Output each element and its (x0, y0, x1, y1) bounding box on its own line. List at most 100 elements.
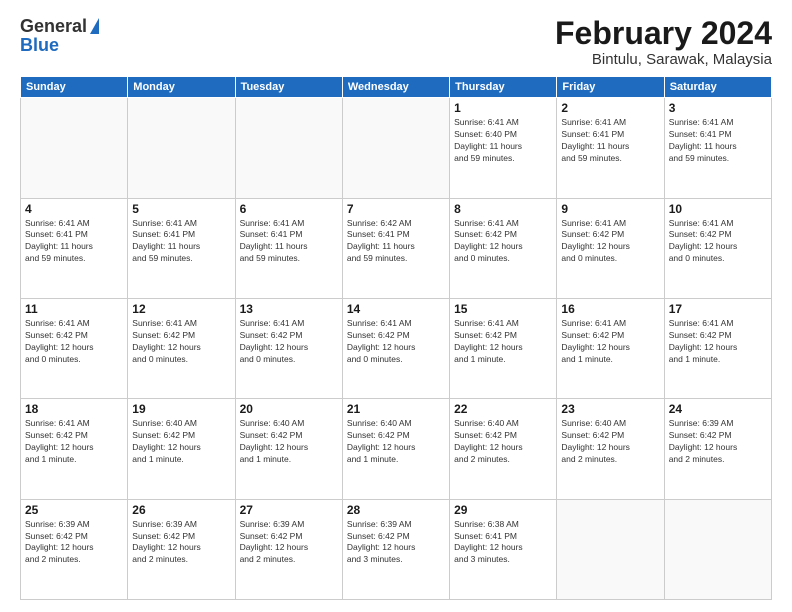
day-number: 5 (132, 202, 230, 216)
day-info: Sunrise: 6:40 AM Sunset: 6:42 PM Dayligh… (240, 418, 338, 466)
day-info: Sunrise: 6:41 AM Sunset: 6:41 PM Dayligh… (25, 218, 123, 266)
header: General Blue February 2024 Bintulu, Sara… (20, 16, 772, 68)
day-info: Sunrise: 6:41 AM Sunset: 6:41 PM Dayligh… (561, 117, 659, 165)
calendar-cell: 16 Sunrise: 6:41 AM Sunset: 6:42 PM Dayli… (557, 298, 664, 398)
calendar: SundayMondayTuesdayWednesdayThursdayFrid… (20, 76, 772, 600)
day-info: Sunrise: 6:41 AM Sunset: 6:42 PM Dayligh… (454, 318, 552, 366)
weekday-header-sunday: Sunday (21, 77, 128, 98)
day-number: 21 (347, 402, 445, 416)
day-number: 19 (132, 402, 230, 416)
day-info: Sunrise: 6:41 AM Sunset: 6:42 PM Dayligh… (561, 318, 659, 366)
day-number: 6 (240, 202, 338, 216)
day-number: 2 (561, 101, 659, 115)
calendar-cell: 10 Sunrise: 6:41 AM Sunset: 6:42 PM Dayli… (664, 198, 771, 298)
calendar-cell (21, 98, 128, 198)
calendar-cell: 2 Sunrise: 6:41 AM Sunset: 6:41 PM Daylig… (557, 98, 664, 198)
day-info: Sunrise: 6:40 AM Sunset: 6:42 PM Dayligh… (454, 418, 552, 466)
day-number: 9 (561, 202, 659, 216)
day-info: Sunrise: 6:41 AM Sunset: 6:42 PM Dayligh… (454, 218, 552, 266)
day-info: Sunrise: 6:39 AM Sunset: 6:42 PM Dayligh… (25, 519, 123, 567)
day-info: Sunrise: 6:40 AM Sunset: 6:42 PM Dayligh… (347, 418, 445, 466)
day-number: 3 (669, 101, 767, 115)
day-info: Sunrise: 6:41 AM Sunset: 6:42 PM Dayligh… (240, 318, 338, 366)
day-info: Sunrise: 6:41 AM Sunset: 6:42 PM Dayligh… (347, 318, 445, 366)
weekday-header-row: SundayMondayTuesdayWednesdayThursdayFrid… (21, 77, 772, 98)
calendar-cell: 8 Sunrise: 6:41 AM Sunset: 6:42 PM Daylig… (450, 198, 557, 298)
day-number: 29 (454, 503, 552, 517)
day-info: Sunrise: 6:41 AM Sunset: 6:42 PM Dayligh… (25, 318, 123, 366)
day-info: Sunrise: 6:39 AM Sunset: 6:42 PM Dayligh… (240, 519, 338, 567)
calendar-cell: 21 Sunrise: 6:40 AM Sunset: 6:42 PM Dayli… (342, 399, 449, 499)
calendar-cell: 6 Sunrise: 6:41 AM Sunset: 6:41 PM Daylig… (235, 198, 342, 298)
day-number: 10 (669, 202, 767, 216)
calendar-cell: 4 Sunrise: 6:41 AM Sunset: 6:41 PM Daylig… (21, 198, 128, 298)
calendar-cell: 28Sunrise: 6:39 AM Sunset: 6:42 PM Dayli… (342, 499, 449, 599)
calendar-cell (128, 98, 235, 198)
calendar-cell: 14 Sunrise: 6:41 AM Sunset: 6:42 PM Dayli… (342, 298, 449, 398)
calendar-cell: 19 Sunrise: 6:40 AM Sunset: 6:42 PM Dayli… (128, 399, 235, 499)
day-number: 24 (669, 402, 767, 416)
calendar-cell: 18 Sunrise: 6:41 AM Sunset: 6:42 PM Dayli… (21, 399, 128, 499)
day-number: 14 (347, 302, 445, 316)
day-info: Sunrise: 6:41 AM Sunset: 6:42 PM Dayligh… (669, 218, 767, 266)
weekday-header-friday: Friday (557, 77, 664, 98)
weekday-header-tuesday: Tuesday (235, 77, 342, 98)
calendar-cell: 1 Sunrise: 6:41 AM Sunset: 6:40 PM Daylig… (450, 98, 557, 198)
day-number: 16 (561, 302, 659, 316)
calendar-cell: 29 Sunrise: 6:38 AM Sunset: 6:41 PM Dayli… (450, 499, 557, 599)
day-info: Sunrise: 6:41 AM Sunset: 6:42 PM Dayligh… (25, 418, 123, 466)
day-number: 11 (25, 302, 123, 316)
calendar-cell: 22 Sunrise: 6:40 AM Sunset: 6:42 PM Dayli… (450, 399, 557, 499)
day-number: 25 (25, 503, 123, 517)
location-title: Bintulu, Sarawak, Malaysia (555, 51, 772, 68)
calendar-cell: 27 Sunrise: 6:39 AM Sunset: 6:42 PM Dayli… (235, 499, 342, 599)
week-row-4: 25 Sunrise: 6:39 AM Sunset: 6:42 PM Dayli… (21, 499, 772, 599)
day-number: 18 (25, 402, 123, 416)
day-info: Sunrise: 6:41 AM Sunset: 6:42 PM Dayligh… (561, 218, 659, 266)
month-title: February 2024 (555, 16, 772, 51)
calendar-cell: 9 Sunrise: 6:41 AM Sunset: 6:42 PM Daylig… (557, 198, 664, 298)
logo: General Blue (20, 16, 99, 56)
calendar-cell: 11 Sunrise: 6:41 AM Sunset: 6:42 PM Dayli… (21, 298, 128, 398)
calendar-cell: 13Sunrise: 6:41 AM Sunset: 6:42 PM Dayli… (235, 298, 342, 398)
calendar-cell (342, 98, 449, 198)
logo-general: General (20, 16, 87, 37)
day-info: Sunrise: 6:41 AM Sunset: 6:41 PM Dayligh… (132, 218, 230, 266)
calendar-cell: 25 Sunrise: 6:39 AM Sunset: 6:42 PM Dayli… (21, 499, 128, 599)
calendar-cell: 26Sunrise: 6:39 AM Sunset: 6:42 PM Dayli… (128, 499, 235, 599)
calendar-cell (664, 499, 771, 599)
calendar-cell (235, 98, 342, 198)
day-number: 20 (240, 402, 338, 416)
calendar-cell: 3 Sunrise: 6:41 AM Sunset: 6:41 PM Daylig… (664, 98, 771, 198)
day-number: 7 (347, 202, 445, 216)
calendar-cell: 5 Sunrise: 6:41 AM Sunset: 6:41 PM Daylig… (128, 198, 235, 298)
week-row-0: 1 Sunrise: 6:41 AM Sunset: 6:40 PM Daylig… (21, 98, 772, 198)
calendar-cell (557, 499, 664, 599)
calendar-cell: 23Sunrise: 6:40 AM Sunset: 6:42 PM Dayli… (557, 399, 664, 499)
week-row-3: 18 Sunrise: 6:41 AM Sunset: 6:42 PM Dayli… (21, 399, 772, 499)
day-info: Sunrise: 6:41 AM Sunset: 6:42 PM Dayligh… (669, 318, 767, 366)
day-number: 27 (240, 503, 338, 517)
day-number: 22 (454, 402, 552, 416)
day-info: Sunrise: 6:38 AM Sunset: 6:41 PM Dayligh… (454, 519, 552, 567)
day-number: 1 (454, 101, 552, 115)
calendar-cell: 12Sunrise: 6:41 AM Sunset: 6:42 PM Dayli… (128, 298, 235, 398)
day-info: Sunrise: 6:40 AM Sunset: 6:42 PM Dayligh… (132, 418, 230, 466)
day-info: Sunrise: 6:39 AM Sunset: 6:42 PM Dayligh… (132, 519, 230, 567)
day-number: 4 (25, 202, 123, 216)
day-info: Sunrise: 6:39 AM Sunset: 6:42 PM Dayligh… (669, 418, 767, 466)
title-section: February 2024 Bintulu, Sarawak, Malaysia (555, 16, 772, 68)
week-row-1: 4 Sunrise: 6:41 AM Sunset: 6:41 PM Daylig… (21, 198, 772, 298)
day-number: 8 (454, 202, 552, 216)
day-info: Sunrise: 6:41 AM Sunset: 6:41 PM Dayligh… (240, 218, 338, 266)
day-info: Sunrise: 6:41 AM Sunset: 6:40 PM Dayligh… (454, 117, 552, 165)
calendar-cell: 20 Sunrise: 6:40 AM Sunset: 6:42 PM Dayli… (235, 399, 342, 499)
weekday-header-saturday: Saturday (664, 77, 771, 98)
day-info: Sunrise: 6:40 AM Sunset: 6:42 PM Dayligh… (561, 418, 659, 466)
day-number: 12 (132, 302, 230, 316)
weekday-header-monday: Monday (128, 77, 235, 98)
day-number: 15 (454, 302, 552, 316)
logo-blue: Blue (20, 35, 59, 56)
day-info: Sunrise: 6:41 AM Sunset: 6:41 PM Dayligh… (669, 117, 767, 165)
day-number: 28 (347, 503, 445, 517)
